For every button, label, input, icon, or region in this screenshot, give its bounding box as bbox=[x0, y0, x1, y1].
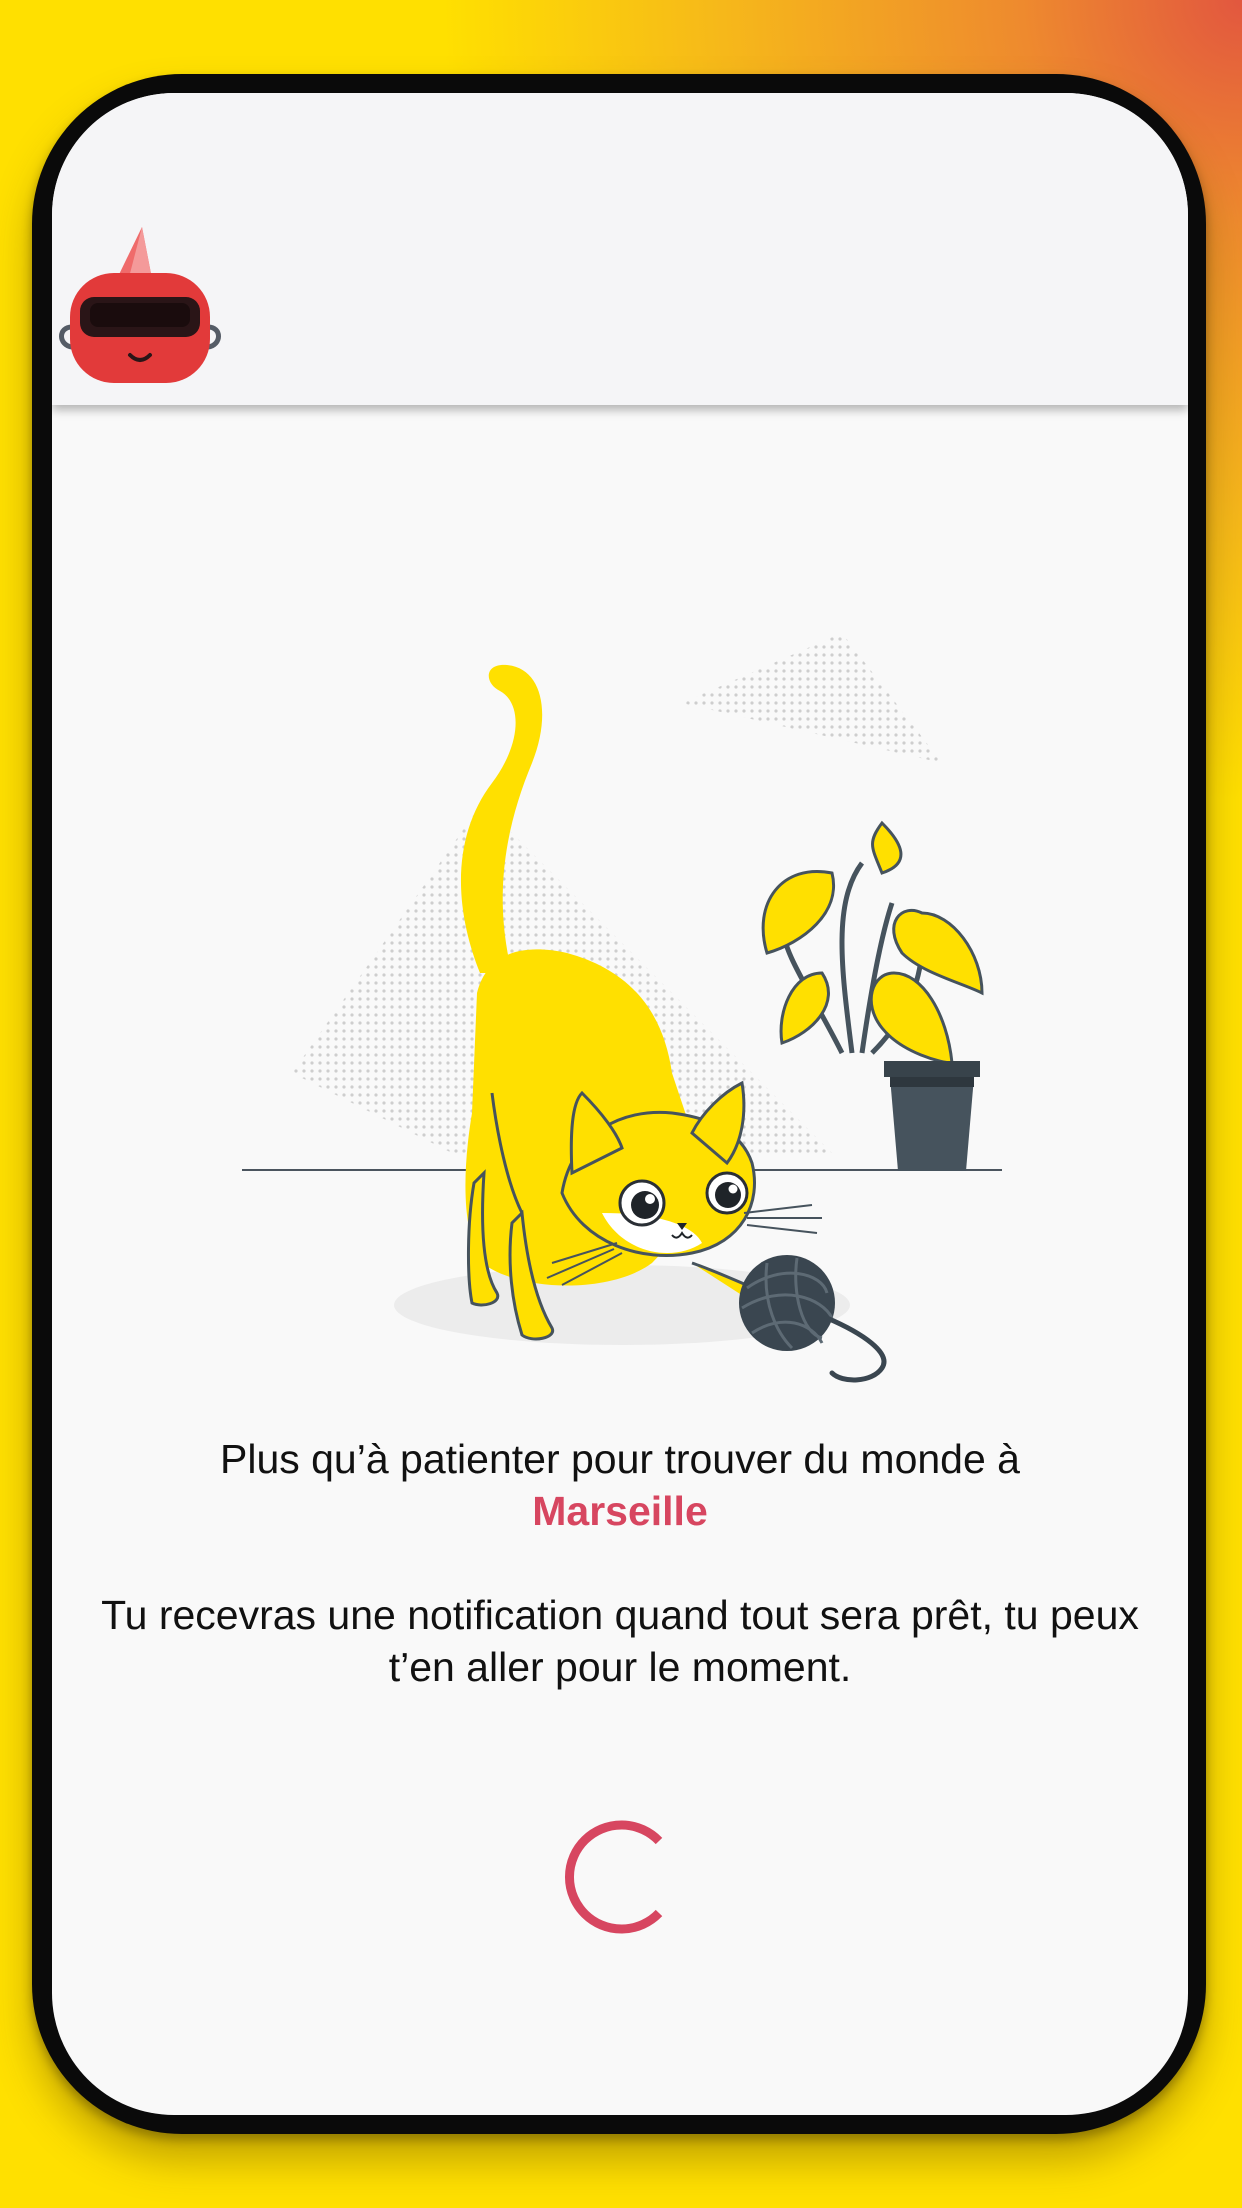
cat-icon bbox=[460, 664, 822, 1341]
app-screen: Plus qu’à patienter pour trouver du mond… bbox=[52, 93, 1188, 2115]
robot-avatar-icon[interactable] bbox=[58, 227, 222, 383]
city-name: Marseille bbox=[532, 1488, 708, 1534]
waiting-message: Plus qu’à patienter pour trouver du mond… bbox=[72, 1433, 1168, 1537]
waiting-text: Plus qu’à patienter pour trouver du mond… bbox=[219, 1436, 1020, 1482]
loading-spinner-icon bbox=[564, 1820, 663, 1934]
yarn-ball-icon bbox=[739, 1255, 887, 1383]
notification-message: Tu recevras une notification quand tout … bbox=[101, 1592, 1139, 1690]
top-bar bbox=[52, 93, 1188, 405]
cat-illustration bbox=[242, 633, 1002, 1383]
